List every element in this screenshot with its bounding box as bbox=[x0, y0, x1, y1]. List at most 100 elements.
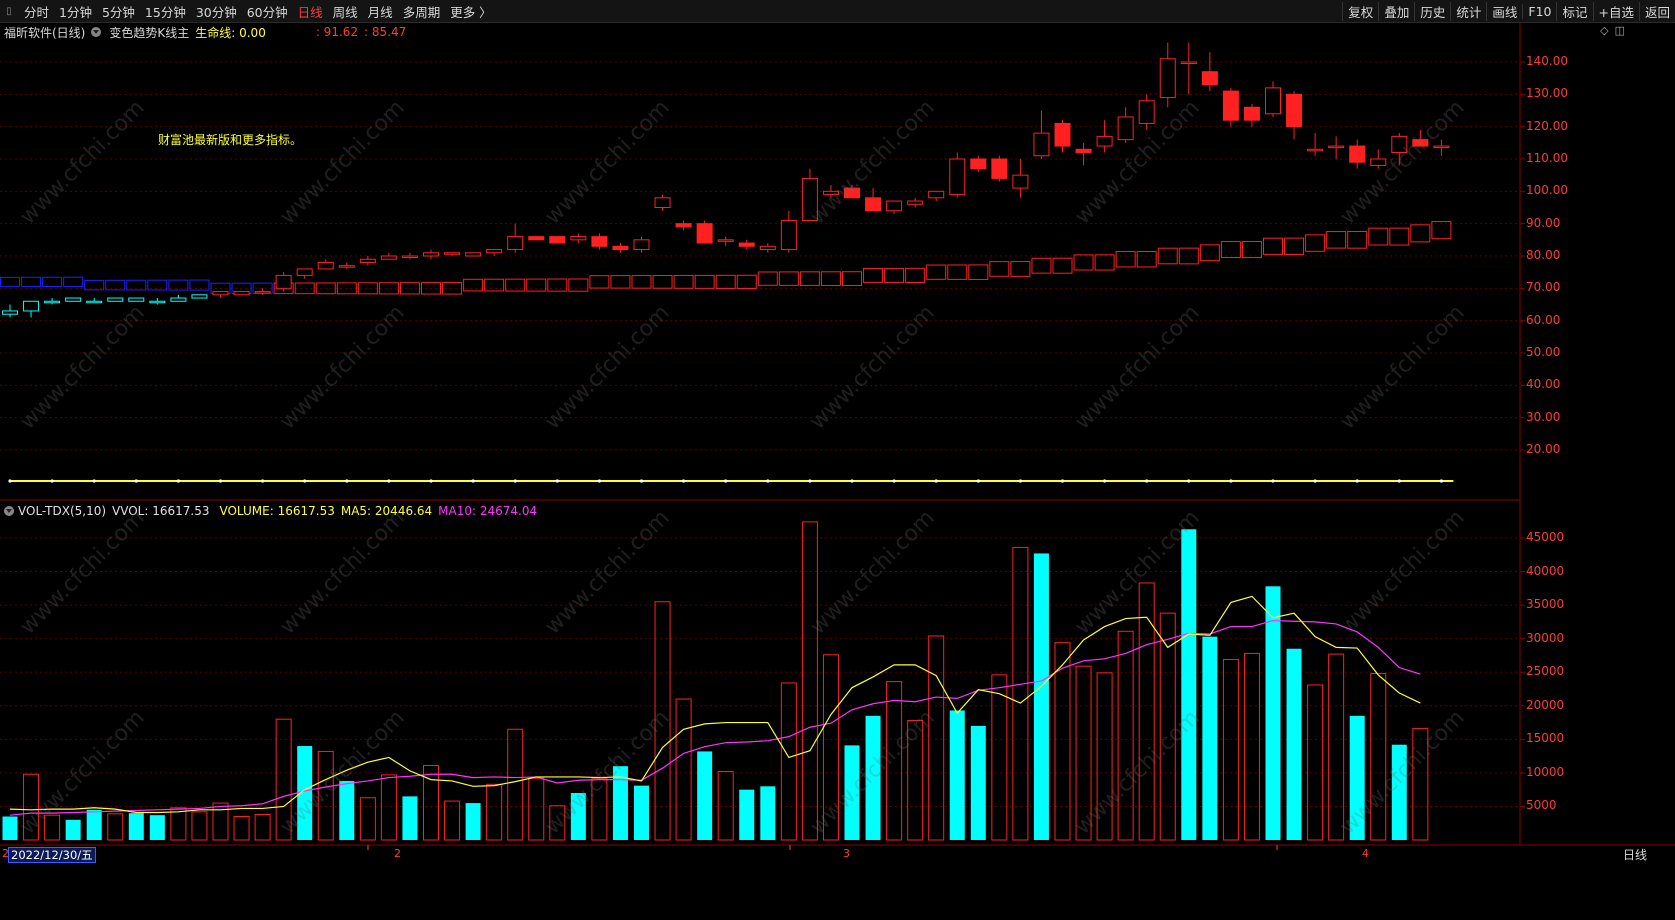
candle-body-up bbox=[380, 255, 397, 260]
candle-body-down bbox=[1243, 106, 1260, 121]
trend-box bbox=[1347, 230, 1368, 249]
trend-box bbox=[652, 275, 673, 289]
volume-bar-down bbox=[1286, 648, 1302, 840]
price-axis-label: 20.00 bbox=[1526, 442, 1561, 456]
trend-box bbox=[757, 271, 778, 286]
volume-axis-label: 40000 bbox=[1526, 563, 1565, 578]
candle-body-up bbox=[928, 190, 945, 199]
candle-body-up bbox=[233, 291, 250, 296]
candle-body-down bbox=[970, 158, 987, 170]
volume-value: VOLUME: 16617.53 bbox=[219, 504, 335, 518]
life-line-dot bbox=[345, 479, 349, 483]
trend-box bbox=[631, 275, 652, 289]
trend-box bbox=[1263, 237, 1283, 255]
life-line-dot bbox=[555, 479, 559, 483]
volume-bar-up bbox=[170, 807, 187, 841]
volume-bar-down bbox=[739, 789, 755, 840]
candle-body-up bbox=[1096, 135, 1113, 147]
candle-body-up bbox=[1012, 174, 1029, 189]
volume-panel-header: VOL-TDX(5,10) VVOL: 16617.53 VOLUME: 166… bbox=[4, 503, 537, 519]
life-line-dot bbox=[471, 479, 475, 483]
trend-box bbox=[778, 271, 799, 286]
life-line-dot bbox=[1229, 479, 1233, 483]
candle-body-up bbox=[907, 200, 924, 205]
volume-bar-up bbox=[1222, 658, 1239, 841]
candle-body-up bbox=[149, 300, 166, 304]
trend-box bbox=[63, 276, 84, 288]
trend-box bbox=[1031, 257, 1052, 274]
candle-body-up bbox=[507, 236, 524, 251]
candle-body-up bbox=[254, 291, 271, 294]
life-line-dot bbox=[261, 479, 265, 483]
volume-bar-up bbox=[359, 797, 376, 841]
volume-bar-up bbox=[928, 635, 945, 841]
axis-month-4: 4 bbox=[1362, 847, 1369, 860]
ma10-value: MA10: 24674.04 bbox=[438, 504, 538, 518]
life-line-dot bbox=[303, 479, 307, 483]
candle-body-up bbox=[107, 297, 124, 302]
candle-body-up bbox=[2, 310, 18, 315]
volume-bar-up bbox=[1307, 684, 1324, 841]
trend-box bbox=[526, 278, 547, 292]
volume-bar-down bbox=[949, 710, 965, 840]
volume-axis-label: 45000 bbox=[1526, 530, 1565, 544]
trend-box bbox=[1073, 254, 1094, 271]
trend-box bbox=[842, 271, 862, 287]
candle-body-up bbox=[886, 200, 903, 212]
candle-body-down bbox=[591, 236, 608, 247]
candle-body-down bbox=[1286, 93, 1303, 128]
trend-box bbox=[484, 278, 505, 292]
trend-box bbox=[610, 275, 631, 289]
candle-body-up bbox=[44, 300, 61, 304]
candle-body-up bbox=[1265, 87, 1281, 115]
life-line-dot bbox=[1060, 479, 1065, 483]
price-axis-label: 120.00 bbox=[1526, 118, 1568, 133]
candle-body-up bbox=[486, 249, 503, 254]
candle-body-up bbox=[717, 239, 734, 242]
volume-bar-up bbox=[212, 802, 229, 841]
candle-body-up bbox=[1307, 148, 1324, 152]
life-line-dot bbox=[50, 479, 54, 483]
life-line-dot bbox=[429, 479, 433, 483]
trend-box bbox=[1241, 240, 1262, 259]
volume-bar-down bbox=[128, 813, 144, 840]
trend-box bbox=[1389, 227, 1410, 246]
candle-body-up bbox=[1117, 116, 1134, 141]
volume-bar-up bbox=[1012, 546, 1029, 841]
life-line-dot bbox=[387, 479, 391, 483]
volume-bar-down bbox=[760, 786, 776, 840]
life-line-dot bbox=[976, 479, 980, 483]
candle-body-up bbox=[86, 300, 103, 304]
candle-body-down bbox=[696, 223, 713, 244]
volume-bar-down bbox=[65, 819, 81, 840]
trend-box bbox=[1136, 250, 1157, 268]
period-label: 日线 bbox=[1622, 848, 1647, 862]
axis-month-2: 2 bbox=[394, 847, 401, 860]
life-line-dot bbox=[766, 479, 770, 483]
candle-body-up bbox=[401, 255, 418, 258]
candle-body-down bbox=[675, 223, 692, 228]
volume-indicator-menu-icon[interactable] bbox=[4, 506, 14, 516]
life-line-dot bbox=[597, 479, 602, 483]
life-line-dot bbox=[724, 479, 728, 483]
life-line-dot bbox=[808, 479, 812, 483]
trend-box bbox=[1284, 237, 1305, 255]
volume-axis-label: 35000 bbox=[1526, 597, 1565, 612]
volume-bar-up bbox=[486, 783, 503, 841]
candle-body-up bbox=[275, 274, 292, 289]
trend-box bbox=[1220, 241, 1241, 259]
trend-box bbox=[589, 275, 610, 289]
candle-body-down bbox=[528, 236, 545, 241]
candle-body-down bbox=[738, 242, 755, 247]
life-line-dot bbox=[639, 479, 644, 483]
trend-box bbox=[568, 278, 589, 292]
volume-indicator-name[interactable]: VOL-TDX(5,10) bbox=[18, 504, 106, 518]
life-line-dot bbox=[1187, 479, 1191, 483]
life-line-dot bbox=[176, 479, 180, 483]
trend-box bbox=[505, 278, 526, 292]
life-line-dot bbox=[682, 479, 686, 483]
volume-bar-up bbox=[780, 682, 797, 841]
trend-box bbox=[1094, 254, 1115, 271]
price-axis-label: 90.00 bbox=[1526, 215, 1561, 230]
life-line-dot bbox=[1271, 479, 1275, 483]
